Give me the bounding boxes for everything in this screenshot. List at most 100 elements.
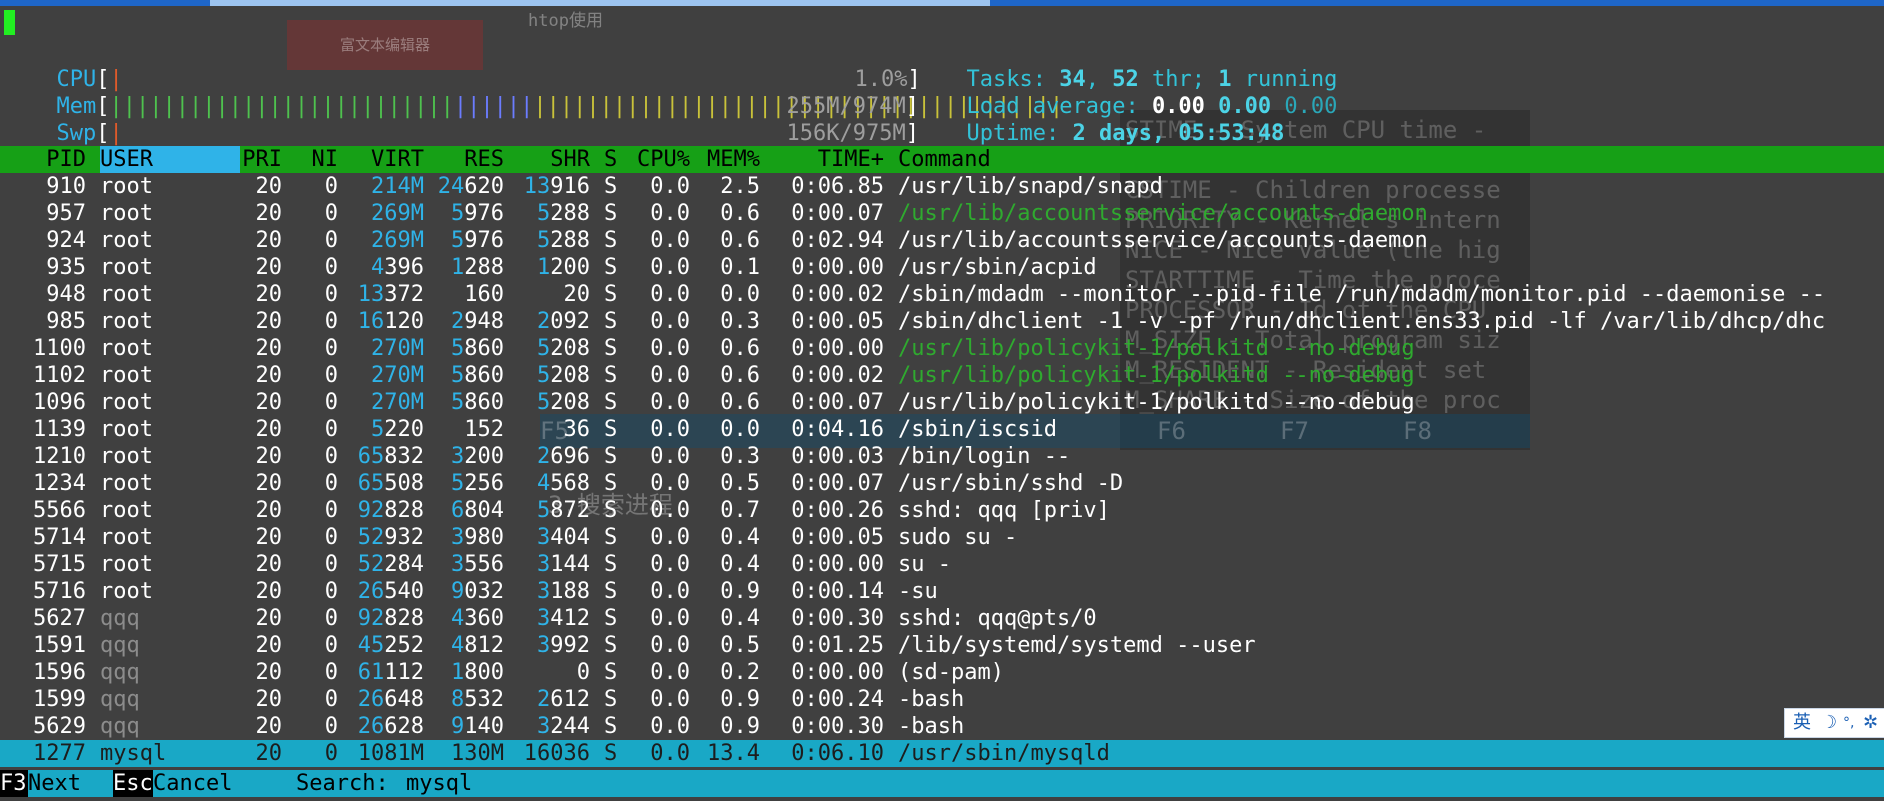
ime-mode-indicator[interactable]: 英: [1793, 709, 1811, 737]
column-pid[interactable]: PID: [0, 146, 86, 173]
cell-virt: 52932: [338, 524, 424, 551]
column-ni[interactable]: NI: [292, 146, 339, 173]
table-row[interactable]: 5715 root 20 0 52284 3556 3144 S 0.0 0.4 0:00.00 su…: [0, 551, 1884, 578]
cell-virt: 13372: [338, 281, 424, 308]
table-row[interactable]: 1100 root 20 0 270M 5860 5208 S 0.0 0.6 0:00.00/us…: [0, 335, 1884, 362]
column-user[interactable]: USER: [100, 146, 240, 173]
search-input[interactable]: mysql: [406, 770, 472, 797]
esc-cancel-label[interactable]: Cancel: [153, 770, 232, 797]
table-row[interactable]: 1234 root 20 0 65508 5256 4568 S 0.0 0.5 0:00.07/u…: [0, 470, 1884, 497]
tasks-summary: Tasks: 34, 52 thr; 1 running: [940, 39, 1338, 92]
cell-user: qqq: [100, 633, 140, 658]
cell-ni: 0: [324, 525, 338, 550]
cell-mem: 2.5: [720, 174, 760, 199]
mem-meter-bar-buffers: ||||||: [453, 94, 534, 119]
cell-shr-low: 208: [550, 336, 590, 361]
esc-key[interactable]: Esc: [113, 770, 153, 797]
table-row[interactable]: 910 root 20 0 214M 24620 13916 S 0.0 2.5 0:06.85/u…: [0, 173, 1884, 200]
cell-shr-low: 208: [550, 390, 590, 415]
column-time[interactable]: TIME+: [760, 146, 884, 173]
cell-shr-low: 208: [550, 363, 590, 388]
cell-mem: 0.6: [720, 363, 760, 388]
column-command[interactable]: Command: [898, 146, 991, 173]
column-virt[interactable]: VIRT: [338, 146, 424, 173]
f3-next-label[interactable]: Next: [28, 770, 81, 797]
cell-virt: 16120: [338, 308, 424, 335]
cell-shr: 3144: [504, 551, 590, 578]
cell-cpu: 0.0: [650, 282, 690, 307]
table-row-selected[interactable]: 1277 mysql 20 0 1081M 130M 16036 S 0.0 13.4 0:06.1…: [0, 740, 1884, 767]
cell-shr-high: 1: [537, 255, 551, 280]
cell-cpu: 0.0: [650, 579, 690, 604]
cell-pid: 5627: [33, 606, 86, 631]
column-state[interactable]: S: [604, 146, 618, 173]
cell-virt-low: 284: [384, 552, 424, 577]
moon-icon[interactable]: ☽: [1821, 709, 1837, 737]
cell-user: root: [100, 552, 153, 577]
cell-res-low: 288: [464, 255, 504, 280]
cell-virt: 52284: [338, 551, 424, 578]
table-row[interactable]: 1591 qqq 20 0 45252 4812 3992 S 0.0 0.5 0:01.25/li…: [0, 632, 1884, 659]
cell-shr: 5872: [504, 497, 590, 524]
table-row[interactable]: 1596 qqq 20 0 61112 1800 0 S 0.0 0.2 0:00.00 (sd-pa…: [0, 659, 1884, 686]
cell-virt-high: 5: [371, 417, 385, 442]
cell-shr-high: 3: [537, 552, 551, 577]
table-row[interactable]: 5566 root 20 0 92828 6804 5872 S 0.0 0.7 0:00.26 ss…: [0, 497, 1884, 524]
cell-shr: 5208: [504, 362, 590, 389]
cell-ni: 0: [324, 552, 338, 577]
cell-pri: 20: [255, 660, 283, 685]
cell-shr: 16036: [523, 741, 590, 766]
cell-res-low: 800: [464, 660, 504, 685]
cell-virt: 269M: [371, 201, 424, 226]
cell-res: 24620: [424, 173, 504, 200]
punctuation-icon[interactable]: °,: [1843, 709, 1854, 737]
table-row[interactable]: 985 root 20 0 16120 2948 2092 S 0.0 0.3 0:00.05/sb…: [0, 308, 1884, 335]
cell-shr: 1200: [504, 254, 590, 281]
table-row[interactable]: 1210 root 20 0 65832 3200 2696 S 0.0 0.3 0:00.03/b…: [0, 443, 1884, 470]
cell-virt-low: 112: [384, 660, 424, 685]
table-row[interactable]: 924 root 20 0 269M 5976 5288 S 0.0 0.6 0:02.94/usr…: [0, 227, 1884, 254]
table-row[interactable]: 5716 root 20 0 26540 9032 3188 S 0.0 0.9 0:00.14 -s…: [0, 578, 1884, 605]
table-row[interactable]: 1599 qqq 20 0 26648 8532 2612 S 0.0 0.9 0:00.24 -ba…: [0, 686, 1884, 713]
cell-mem: 0.9: [720, 579, 760, 604]
cell-res: 9140: [424, 713, 504, 740]
cell-command: sshd: qqq [priv]: [898, 498, 1110, 523]
column-mem[interactable]: MEM%: [690, 146, 760, 173]
table-row[interactable]: 935 root 20 0 4396 1288 1200 S 0.0 0.1 0:00.00/usr…: [0, 254, 1884, 281]
cell-time: 0:06.10: [791, 741, 884, 766]
table-row[interactable]: 1096 root 20 0 270M 5860 5208 S 0.0 0.6 0:00.07/us…: [0, 389, 1884, 416]
cell-res: 160: [464, 282, 504, 307]
cell-s: S: [604, 552, 618, 577]
table-row[interactable]: 948 root 20 0 13372 160 20 S 0.0 0.0 0:00.02/sbin/…: [0, 281, 1884, 308]
gear-icon[interactable]: ✲: [1863, 709, 1878, 737]
cell-shr-high: 3: [537, 606, 551, 631]
column-res[interactable]: RES: [424, 146, 504, 173]
cell-command: /usr/lib/accountsservice/accounts-daemon: [898, 228, 1428, 253]
cell-time: 0:02.94: [791, 228, 884, 253]
cell-res-high: 3: [451, 552, 465, 577]
cell-cpu: 0.0: [650, 633, 690, 658]
cell-mem: 0.9: [720, 687, 760, 712]
cell-pid: 985: [46, 309, 86, 334]
table-row[interactable]: 5714 root 20 0 52932 3980 3404 S 0.0 0.4 0:00.05 su…: [0, 524, 1884, 551]
cell-res-high: 1: [451, 660, 465, 685]
column-pri[interactable]: PRI: [240, 146, 282, 173]
table-row[interactable]: 5627 qqq 20 0 92828 4360 3412 S 0.0 0.4 0:00.30 ssh…: [0, 605, 1884, 632]
cell-pri: 20: [255, 687, 283, 712]
column-shr[interactable]: SHR: [504, 146, 590, 173]
cell-user: root: [100, 579, 153, 604]
cell-s: S: [604, 363, 618, 388]
table-row[interactable]: 1102 root 20 0 270M 5860 5208 S 0.0 0.6 0:00.02/us…: [0, 362, 1884, 389]
table-row[interactable]: 5629 qqq 20 0 26628 9140 3244 S 0.0 0.9 0:00.30 -ba…: [0, 713, 1884, 740]
cell-ni: 0: [324, 660, 338, 685]
f3-key[interactable]: F3: [0, 770, 28, 797]
cell-pid: 5715: [33, 552, 86, 577]
cell-cpu: 0.0: [650, 714, 690, 739]
cell-time: 0:00.26: [791, 498, 884, 523]
table-row[interactable]: 957 root 20 0 269M 5976 5288 S 0.0 0.6 0:00.07/usr…: [0, 200, 1884, 227]
cell-pid: 1599: [33, 687, 86, 712]
column-cpu[interactable]: CPU%: [618, 146, 690, 173]
ime-toolbar[interactable]: 英 ☽ °, ✲: [1784, 708, 1884, 738]
table-row[interactable]: 1139 root 20 0 5220 152 36 S 0.0 0.0 0:04.16/sbin/…: [0, 416, 1884, 443]
cell-ni: 0: [324, 309, 338, 334]
